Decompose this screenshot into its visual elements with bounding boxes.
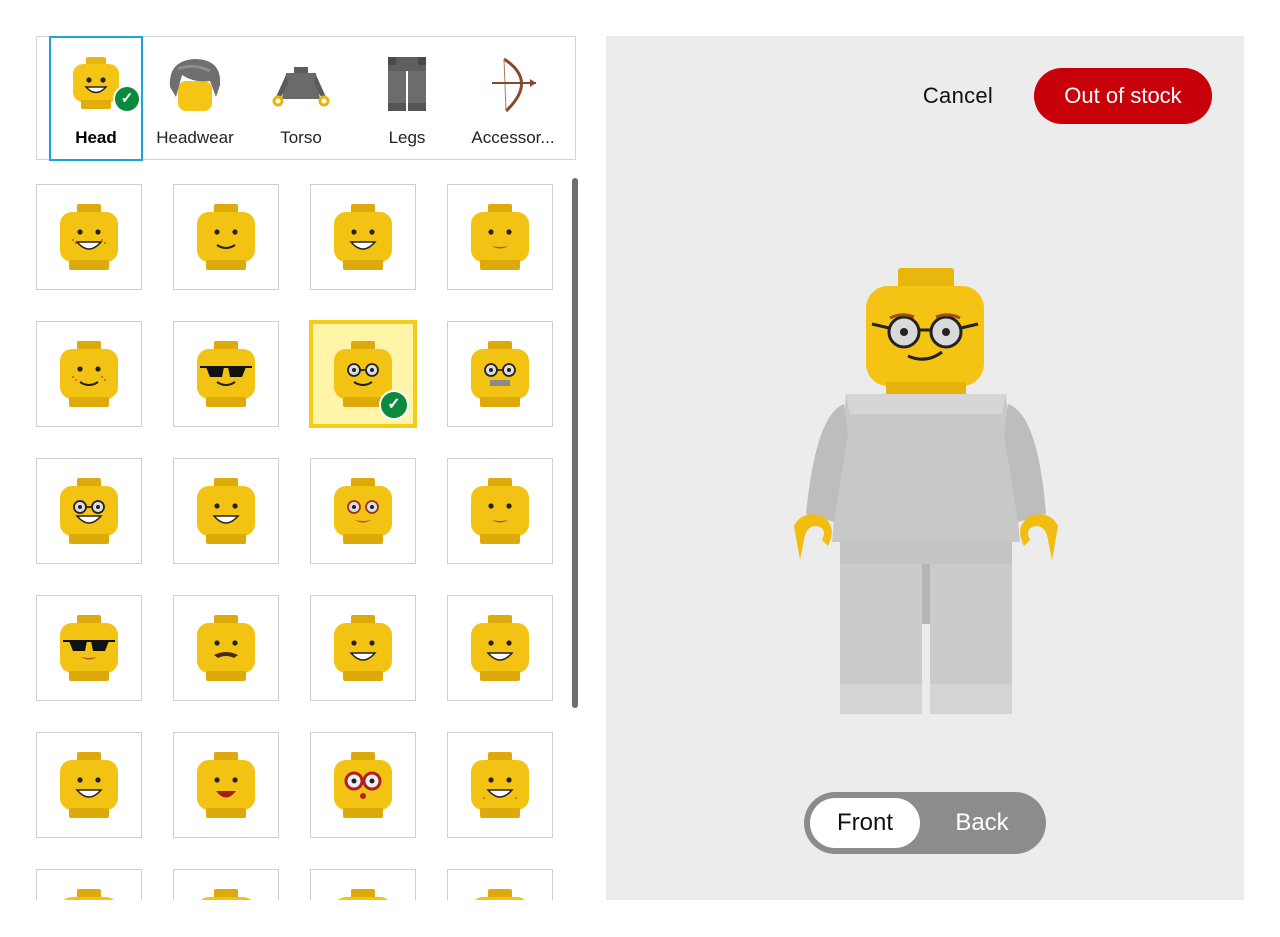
head-face-icon bbox=[471, 341, 529, 407]
head-face-icon bbox=[471, 752, 529, 818]
head-option[interactable] bbox=[310, 458, 416, 564]
head-face-icon bbox=[201, 889, 251, 900]
tab-torso[interactable]: Torso bbox=[248, 37, 354, 160]
head-option[interactable] bbox=[310, 184, 416, 290]
cancel-button[interactable]: Cancel bbox=[908, 68, 1008, 124]
tab-label: Headwear bbox=[156, 128, 234, 147]
back-view-button[interactable]: Back bbox=[924, 798, 1040, 848]
minifigure-preview bbox=[794, 268, 1058, 714]
head-face-icon bbox=[475, 889, 525, 900]
preview-panel: Cancel Out of stock Front Back bbox=[606, 36, 1244, 900]
tab-label: Accessor... bbox=[471, 128, 555, 147]
head-option[interactable] bbox=[173, 184, 279, 290]
head-option[interactable] bbox=[36, 869, 142, 900]
head-face-icon bbox=[334, 478, 392, 544]
head-face-icon bbox=[471, 204, 529, 270]
selected-check-icon: ✓ bbox=[113, 85, 141, 113]
head-option[interactable]: ✓ bbox=[310, 321, 416, 427]
head-face-icon bbox=[338, 889, 388, 900]
front-view-button[interactable]: Front bbox=[810, 798, 920, 848]
head-face-icon bbox=[197, 204, 255, 270]
view-toggle: Front Back bbox=[804, 792, 1046, 854]
head-face-icon bbox=[60, 478, 118, 544]
tab-head[interactable]: ✓ Head bbox=[49, 36, 143, 161]
bow-icon bbox=[492, 57, 536, 113]
head-face-icon bbox=[64, 889, 114, 900]
tab-legs[interactable]: Legs bbox=[354, 37, 460, 160]
head-option[interactable] bbox=[36, 595, 142, 701]
head-option[interactable] bbox=[310, 595, 416, 701]
head-option[interactable] bbox=[36, 732, 142, 838]
torso-icon bbox=[272, 67, 330, 107]
head-option[interactable] bbox=[447, 458, 553, 564]
head-option[interactable] bbox=[173, 869, 279, 900]
category-tabs: ✓ Head Headwear Torso Legs Accessor... bbox=[36, 36, 576, 161]
head-face-icon bbox=[197, 341, 255, 407]
head-face-icon bbox=[197, 615, 255, 681]
head-face-icon bbox=[334, 615, 392, 681]
head-face-icon bbox=[471, 478, 529, 544]
head-option[interactable] bbox=[447, 321, 553, 427]
heads-grid: ✓ bbox=[36, 184, 576, 900]
head-face-icon bbox=[60, 615, 118, 681]
out-of-stock-button[interactable]: Out of stock bbox=[1034, 68, 1212, 124]
head-option[interactable] bbox=[36, 458, 142, 564]
head-option[interactable] bbox=[447, 869, 553, 900]
head-option[interactable] bbox=[36, 184, 142, 290]
tab-label: Head bbox=[75, 128, 117, 147]
head-option[interactable] bbox=[447, 595, 553, 701]
head-option[interactable] bbox=[447, 732, 553, 838]
head-face-icon bbox=[197, 478, 255, 544]
selected-check-icon: ✓ bbox=[379, 390, 409, 420]
head-face-icon bbox=[334, 752, 392, 818]
head-face-icon bbox=[60, 752, 118, 818]
tab-headwear[interactable]: Headwear bbox=[142, 37, 248, 160]
legs-icon bbox=[388, 57, 426, 111]
head-face-icon bbox=[60, 204, 118, 270]
head-face-icon bbox=[471, 615, 529, 681]
hair-icon bbox=[169, 59, 221, 111]
tab-label: Torso bbox=[280, 128, 322, 147]
tab-label: Legs bbox=[388, 128, 426, 147]
head-option[interactable] bbox=[173, 321, 279, 427]
head-option[interactable] bbox=[310, 732, 416, 838]
head-option[interactable] bbox=[310, 869, 416, 900]
head-option[interactable] bbox=[447, 184, 553, 290]
head-face-icon bbox=[334, 204, 392, 270]
head-face-icon bbox=[197, 752, 255, 818]
scrollbar[interactable] bbox=[572, 178, 578, 708]
tab-accessories[interactable]: Accessor... bbox=[460, 37, 566, 160]
head-face-icon bbox=[60, 341, 118, 407]
head-option[interactable] bbox=[173, 458, 279, 564]
head-option[interactable] bbox=[173, 595, 279, 701]
head-option[interactable] bbox=[173, 732, 279, 838]
head-option[interactable] bbox=[36, 321, 142, 427]
